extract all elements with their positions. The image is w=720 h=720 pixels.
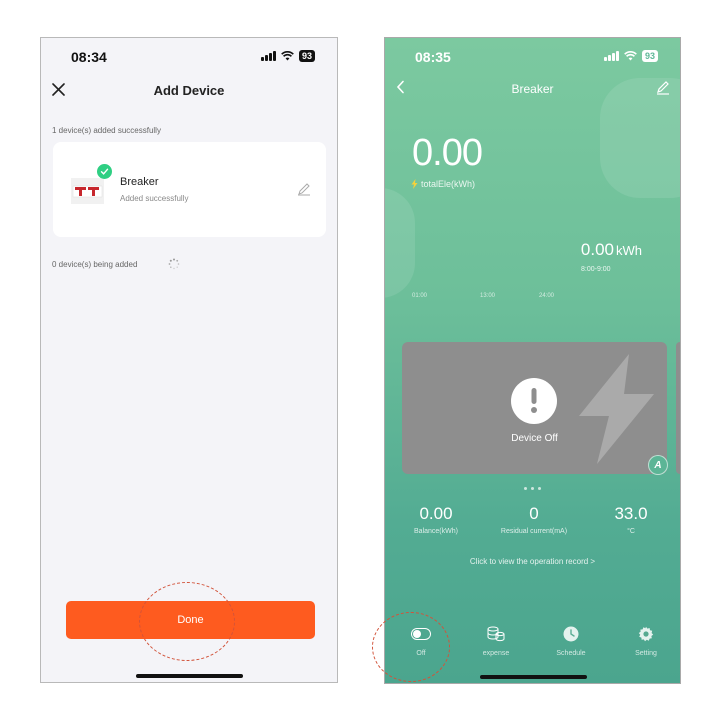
device-off-label: Device Off: [511, 433, 558, 444]
alert-icon: [511, 378, 557, 424]
balance-stat: 0.00 Balance(kWh): [405, 504, 467, 535]
highlight-ring-off: [372, 612, 450, 682]
home-indicator: [480, 675, 587, 679]
pager-dot: [524, 487, 527, 490]
home-indicator: [136, 674, 243, 678]
total-energy-unit: totalEle(kWh): [421, 179, 476, 189]
background-decoration: [385, 188, 415, 298]
status-time: 08:35: [415, 49, 451, 65]
period-energy-value: 0.00: [580, 240, 614, 259]
loading-spinner-icon: [168, 258, 180, 270]
pager-dot: [538, 487, 541, 490]
axis-tick: 24:00: [539, 293, 555, 299]
tab-label: Schedule: [556, 650, 586, 657]
screenshot-canvas: 08:34 93 Add Device 1 device(s) added su…: [0, 0, 720, 720]
status-icons: 93: [603, 50, 658, 62]
total-energy-label: totalEle(kWh): [411, 179, 475, 189]
gear-icon: [636, 626, 656, 642]
breaker-detail-screen: 08:35 93 Breaker 0.00 totalEle(kWh) 0.00…: [384, 37, 681, 684]
success-check-icon: [97, 164, 112, 179]
stat-label: Balance(kWh): [414, 528, 458, 535]
tab-schedule[interactable]: Schedule: [546, 626, 596, 657]
device-name: Breaker: [120, 176, 159, 188]
tab-label: Setting: [635, 650, 657, 657]
period-time-range: 8:00-9:00: [581, 266, 611, 273]
status-icons: 93: [260, 50, 315, 62]
mode-badge[interactable]: A: [648, 455, 668, 475]
signal-icon: [603, 51, 619, 61]
page-title: Add Device: [153, 83, 225, 98]
stat-label: Residual current(mA): [500, 528, 568, 535]
pager-dot: [531, 487, 534, 490]
operation-record-link[interactable]: Click to view the operation record >: [385, 557, 680, 566]
stat-value: 0.00: [419, 504, 453, 523]
axis-tick: 01:00: [412, 293, 428, 299]
edit-pencil-icon[interactable]: [297, 182, 311, 196]
wifi-icon: [281, 51, 294, 61]
battery-indicator: 93: [298, 50, 315, 62]
tab-expense[interactable]: expense: [471, 626, 521, 657]
lightning-watermark-icon: [579, 354, 654, 464]
stat-label: °C: [627, 528, 635, 535]
stat-value: 33.0: [614, 504, 648, 523]
status-bar: 08:34 93: [41, 38, 337, 74]
total-energy-value: 0.00: [412, 132, 483, 174]
residual-current-stat: 0 Residual current(mA): [485, 504, 583, 535]
edit-pencil-icon[interactable]: [656, 81, 670, 95]
device-status: Added successfully: [120, 194, 189, 203]
signal-icon: [260, 51, 276, 61]
clock-icon: [561, 626, 581, 642]
tab-setting[interactable]: Setting: [621, 626, 671, 657]
temperature-stat: 33.0 °C: [607, 504, 655, 535]
period-energy: 0.00 kWh: [581, 240, 642, 260]
tab-label: expense: [482, 650, 510, 657]
pager-dots: [385, 487, 680, 490]
next-panel-peek[interactable]: [676, 342, 680, 474]
battery-indicator: 93: [641, 50, 658, 62]
page-title: Breaker: [511, 82, 554, 96]
stat-value: 0: [529, 504, 539, 523]
highlight-ring-done: [139, 582, 235, 661]
device-status-panel[interactable]: Device Off: [402, 342, 667, 474]
breaker-device-icon: [71, 178, 104, 204]
status-bar: 08:35 93: [385, 38, 680, 74]
status-time: 08:34: [71, 49, 107, 65]
wifi-icon: [624, 51, 637, 61]
axis-tick: 13:00: [480, 293, 496, 299]
background-decoration: [600, 78, 680, 198]
period-energy-unit: kWh: [616, 243, 642, 258]
nav-bar: Add Device: [41, 74, 337, 106]
added-summary: 1 device(s) added successfully: [52, 126, 161, 135]
coins-icon: [486, 626, 506, 642]
lightning-icon: [411, 179, 418, 189]
adding-summary: 0 device(s) being added: [52, 260, 138, 269]
device-card[interactable]: Breaker Added successfully: [53, 142, 326, 237]
